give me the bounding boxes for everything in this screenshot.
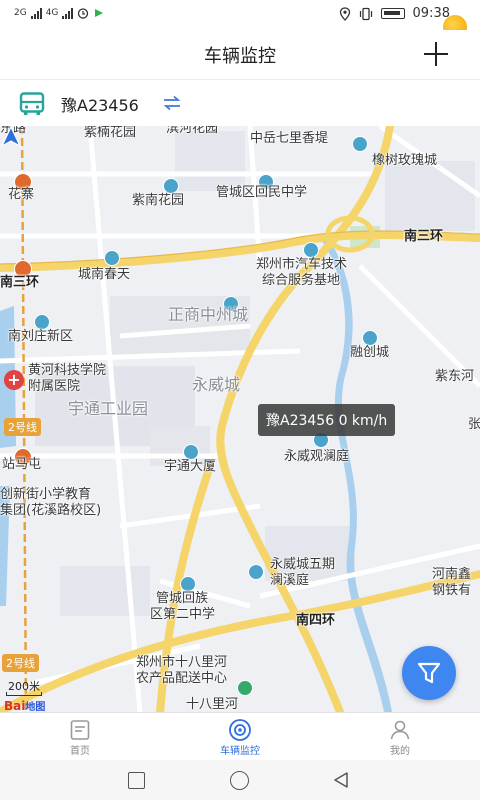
map-area-label: 宇通工业园 [68,399,149,418]
alarm-icon [78,8,89,19]
map-label: 郑州市汽车技术 [256,257,348,272]
poi-icon[interactable] [352,136,368,152]
tab-label: 车辆监控 [220,746,260,757]
app-header: 车辆监控 [0,30,480,80]
map-label: 永威观澜庭 [284,449,350,464]
poi-icon[interactable] [163,178,179,194]
metro-line-tag: 2号线 [2,654,39,672]
car-poi-icon[interactable] [303,242,319,258]
map-label: 钢铁有 [432,583,472,598]
map-label: 中岳七里香堤 [250,131,329,146]
tab-label: 首页 [70,746,90,757]
signal-icon [62,7,74,19]
baidu-map-logo: Bai地图 [4,699,46,712]
map-label: 管城区回民中学 [216,185,308,200]
poi-icon[interactable] [362,330,378,346]
filter-button[interactable] [402,646,456,700]
monitor-icon [229,719,251,741]
app-notify-icon [95,9,104,17]
hospital-icon[interactable]: + [4,370,24,390]
tab-profile[interactable]: 我的 [320,713,480,760]
map-view[interactable]: + 东路 紫楠花园 滨河花园 中岳七里香堤 橡树玫瑰城 花寨 紫南花园 管城区回… [0,126,480,712]
map-label: 宇通大厦 [164,459,217,474]
user-icon [390,720,410,740]
map-label: 郑州市十八里河 [136,655,228,670]
map-label: 站马屯 [2,457,42,472]
map-label: 融创城 [350,345,390,360]
metro-line-tag: 2号线 [4,418,41,436]
bus-icon [19,92,45,115]
vibrate-icon [359,7,372,20]
back-button[interactable] [332,771,350,789]
location-icon [339,6,350,21]
map-label: 紫南花园 [132,193,185,208]
add-button[interactable] [420,38,452,70]
vehicle-arrow-icon[interactable] [0,126,22,148]
map-label: 张 [468,417,480,432]
map-scale-bar [6,692,42,696]
map-label: 城南春天 [78,267,131,282]
map-label: 十八里河 [186,697,239,712]
system-nav-bar [0,760,480,800]
poi-icon[interactable] [237,680,253,696]
map-label: 创新街小学教育 [0,487,92,502]
bottom-tab-bar: 首页 车辆监控 我的 [0,712,480,760]
signal-icon [30,7,42,19]
map-label: 管城回族 [156,591,209,606]
network-type-1: 2G [14,8,27,18]
road-label: 南四环 [296,613,336,628]
map-label: 永威城五期 [270,557,336,572]
map-label: 滨河花园 [166,126,219,136]
vehicle-info-callout[interactable]: 豫A23456 0 km/h [258,404,396,436]
status-right: 09:38 [339,6,450,21]
swap-icon[interactable] [162,95,182,111]
tab-label: 我的 [390,746,410,757]
poi-icon[interactable] [180,576,196,592]
map-canvas [0,126,480,712]
tab-home[interactable]: 首页 [0,713,160,760]
map-label: 紫东河 [435,369,475,384]
road-label: 南三环 [0,275,40,290]
map-label: 农产品配送中心 [136,671,228,686]
map-label: 橡树玫瑰城 [372,153,438,168]
status-left: 2G 4G [14,7,105,19]
map-label: 集团(花溪路校区) [0,503,102,518]
battery-icon [380,8,405,19]
poi-icon[interactable] [248,564,264,580]
recent-apps-button[interactable] [128,772,145,789]
clock: 09:38 [412,6,450,21]
map-label: 南刘庄新区 [8,329,74,344]
vehicle-selector[interactable]: 豫A23456 [0,80,480,126]
network-type-2: 4G [45,8,59,18]
map-label: 澜溪庭 [270,573,310,588]
map-label: 河南鑫 [432,567,472,582]
map-area-label: 正商中州城 [168,305,249,324]
page-title: 车辆监控 [204,46,276,67]
map-label: 综合服务基地 [262,273,341,288]
filter-icon [417,662,441,684]
poi-icon[interactable] [104,250,120,266]
map-label: 附属医院 [28,379,81,394]
status-bar: 2G 4G 09:38 [0,0,480,39]
home-button[interactable] [230,771,249,790]
map-label: 花寨 [8,187,35,202]
poi-icon[interactable] [34,314,50,330]
poi-icon[interactable] [183,444,199,460]
road-label: 南三环 [404,229,444,244]
map-area-label: 永威城 [192,375,241,394]
map-label: 区第二中学 [150,607,216,622]
home-doc-icon [70,720,90,740]
map-label: 紫楠花园 [84,126,137,140]
vehicle-plate: 豫A23456 [61,96,139,115]
tab-vehicle-monitor[interactable]: 车辆监控 [160,713,320,760]
map-label: 黄河科技学院 [28,363,107,378]
